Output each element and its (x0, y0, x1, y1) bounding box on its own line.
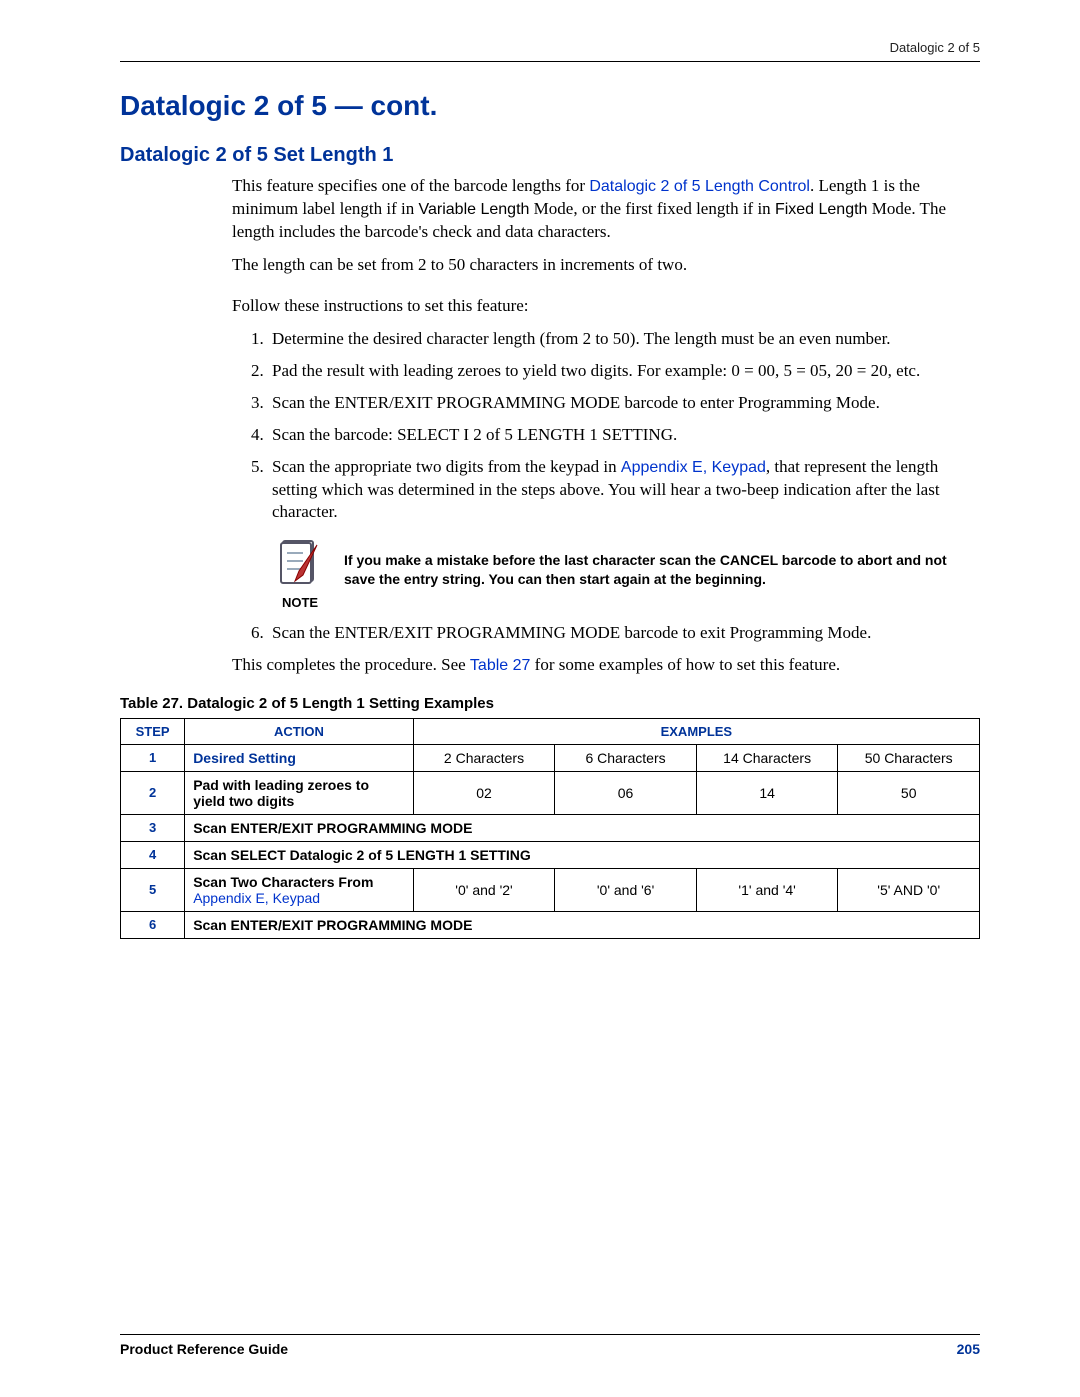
step-cell: 2 (121, 771, 185, 814)
example-cell: 06 (555, 771, 697, 814)
table-row: 1 Desired Setting 2 Characters 6 Charact… (121, 744, 980, 771)
step-5: Scan the appropriate two digits from the… (268, 456, 980, 612)
step-cell: 3 (121, 814, 185, 841)
action-cell: Pad with leading zeroes to yield two dig… (185, 771, 414, 814)
example-cell: '0' and '2' (413, 868, 555, 911)
example-cell: '5' AND '0' (838, 868, 980, 911)
col-examples: EXAMPLES (413, 718, 979, 744)
text: This completes the procedure. See (232, 655, 470, 674)
step-6: Scan the ENTER/EXIT PROGRAMMING MODE bar… (268, 622, 980, 644)
text: for some examples of how to set this fea… (530, 655, 840, 674)
running-header: Datalogic 2 of 5 (120, 40, 980, 61)
example-cell: 2 Characters (413, 744, 555, 771)
appendix-keypad-link[interactable]: Appendix E, Keypad (621, 459, 766, 476)
note-icon: NOTE (272, 537, 328, 612)
examples-table: STEP ACTION EXAMPLES 1 Desired Setting 2… (120, 718, 980, 939)
table-row: 6 Scan ENTER/EXIT PROGRAMMING MODE (121, 911, 980, 938)
variable-length-label: Variable Length (419, 201, 530, 218)
table-row: 4 Scan SELECT Datalogic 2 of 5 LENGTH 1 … (121, 841, 980, 868)
step-2: Pad the result with leading zeroes to yi… (268, 360, 980, 382)
section-heading: Datalogic 2 of 5 Set Length 1 (120, 144, 980, 167)
length-control-link[interactable]: Datalogic 2 of 5 Length Control (589, 178, 810, 195)
step-4: Scan the barcode: SELECT I 2 of 5 LENGTH… (268, 424, 980, 446)
footer-page-number: 205 (957, 1341, 980, 1357)
action-cell: Scan Two Characters From Appendix E, Key… (185, 868, 414, 911)
instructions-lead: Follow these instructions to set this fe… (232, 295, 980, 318)
example-cell: 02 (413, 771, 555, 814)
closing-paragraph: This completes the procedure. See Table … (232, 654, 980, 677)
fixed-length-label: Fixed Length (775, 201, 868, 218)
action-cell-full: Scan ENTER/EXIT PROGRAMMING MODE (185, 814, 980, 841)
step-1: Determine the desired character length (… (268, 328, 980, 350)
text: Scan the appropriate two digits from the… (272, 457, 621, 476)
page-footer: Product Reference Guide 205 (120, 1334, 980, 1357)
example-cell: 50 Characters (838, 744, 980, 771)
example-cell: 6 Characters (555, 744, 697, 771)
table-row: 5 Scan Two Characters From Appendix E, K… (121, 868, 980, 911)
action-cell-full: Scan SELECT Datalogic 2 of 5 LENGTH 1 SE… (185, 841, 980, 868)
intro-paragraph-2: The length can be set from 2 to 50 chara… (232, 254, 980, 277)
text: Scan Two Characters From (193, 874, 373, 890)
text: This feature specifies one of the barcod… (232, 176, 589, 195)
footer-guide-title: Product Reference Guide (120, 1341, 288, 1357)
page: Datalogic 2 of 5 Datalogic 2 of 5 — cont… (0, 0, 1080, 1397)
note-block: NOTE If you make a mistake before the la… (272, 537, 980, 612)
step-cell: 4 (121, 841, 185, 868)
step-cell: 6 (121, 911, 185, 938)
table-row: 3 Scan ENTER/EXIT PROGRAMMING MODE (121, 814, 980, 841)
action-cell-full: Scan ENTER/EXIT PROGRAMMING MODE (185, 911, 980, 938)
appendix-keypad-link[interactable]: Appendix E, Keypad (193, 890, 320, 906)
page-title: Datalogic 2 of 5 — cont. (120, 90, 980, 122)
note-label: NOTE (272, 595, 328, 612)
example-cell: 50 (838, 771, 980, 814)
step-cell: 1 (121, 744, 185, 771)
action-cell: Desired Setting (185, 744, 414, 771)
table-row: 2 Pad with leading zeroes to yield two d… (121, 771, 980, 814)
example-cell: '0' and '6' (555, 868, 697, 911)
table-header-row: STEP ACTION EXAMPLES (121, 718, 980, 744)
example-cell: 14 (696, 771, 838, 814)
table-27-link[interactable]: Table 27 (470, 657, 531, 674)
instruction-list: Determine the desired character length (… (232, 328, 980, 644)
header-rule (120, 61, 980, 62)
step-3: Scan the ENTER/EXIT PROGRAMMING MODE bar… (268, 392, 980, 414)
example-cell: 14 Characters (696, 744, 838, 771)
note-text: If you make a mistake before the last ch… (344, 537, 980, 589)
example-cell: '1' and '4' (696, 868, 838, 911)
col-step: STEP (121, 718, 185, 744)
text: Mode, or the first fixed length if in (529, 199, 775, 218)
intro-paragraph-1: This feature specifies one of the barcod… (232, 175, 980, 244)
table-caption: Table 27. Datalogic 2 of 5 Length 1 Sett… (120, 695, 980, 712)
step-cell: 5 (121, 868, 185, 911)
col-action: ACTION (185, 718, 414, 744)
